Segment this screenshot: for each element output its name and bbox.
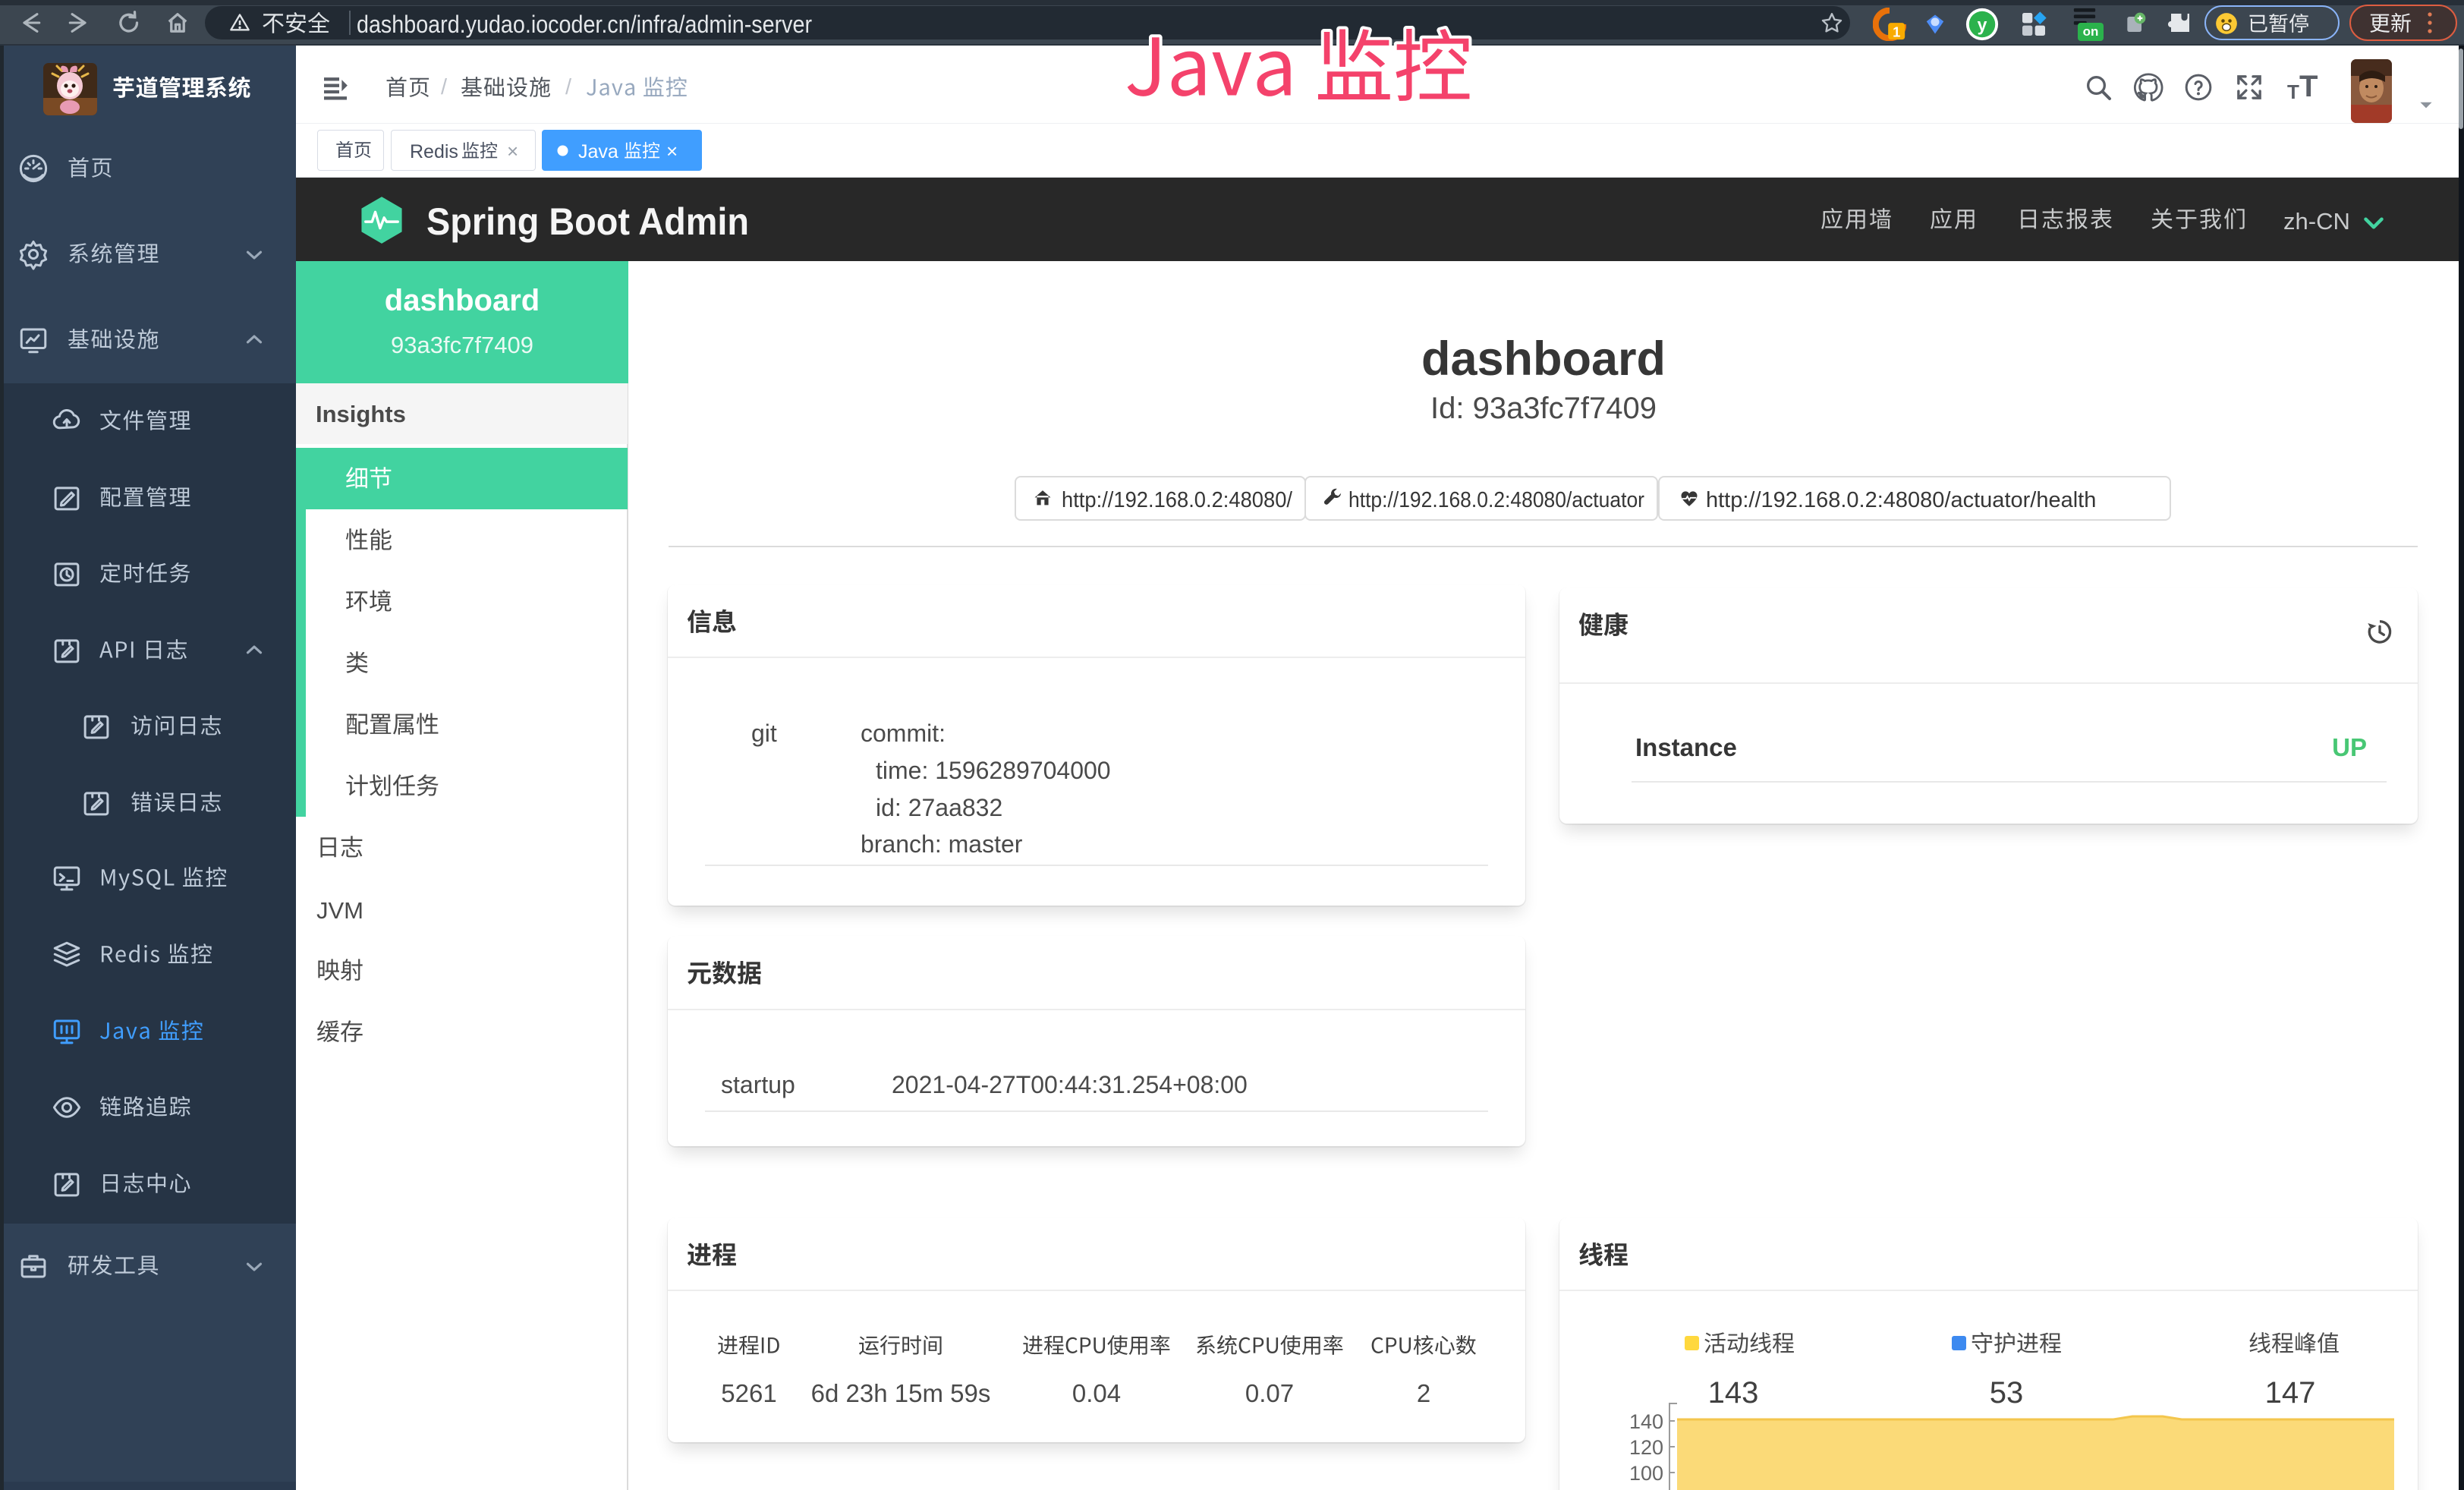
svg-text:1: 1: [1893, 24, 1900, 40]
svg-text:y: y: [1978, 14, 1987, 34]
